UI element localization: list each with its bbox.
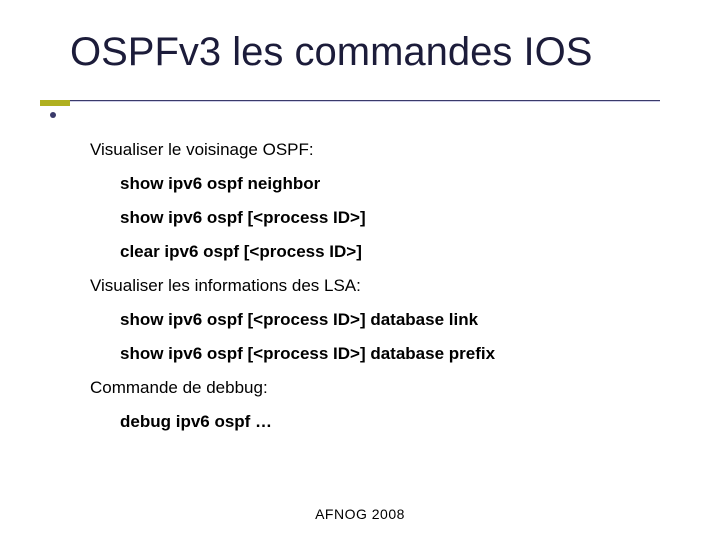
slide-footer: AFNOG 2008 bbox=[0, 506, 720, 522]
section-heading: Visualiser les informations des LSA: bbox=[90, 276, 650, 296]
command-text: show ipv6 ospf [<process ID>] bbox=[120, 208, 650, 228]
slide: OSPFv3 les commandes IOS Visualiser le v… bbox=[0, 0, 720, 540]
title-part1: OSPFv3 bbox=[70, 30, 221, 74]
command-text: show ipv6 ospf [<process ID>] database l… bbox=[120, 310, 650, 330]
section-heading: Visualiser le voisinage OSPF: bbox=[90, 140, 650, 160]
section-heading: Commande de debbug: bbox=[90, 378, 650, 398]
title-rule-accent bbox=[40, 100, 70, 106]
title-part2: les commandes IOS bbox=[232, 30, 592, 74]
command-text: clear ipv6 ospf [<process ID>] bbox=[120, 242, 650, 262]
title-bullet-icon bbox=[50, 112, 56, 118]
command-text: show ipv6 ospf [<process ID>] database p… bbox=[120, 344, 650, 364]
slide-title: OSPFv3 les commandes IOS bbox=[70, 30, 592, 74]
slide-body: Visualiser le voisinage OSPF: show ipv6 … bbox=[90, 140, 650, 446]
title-rule bbox=[40, 100, 660, 101]
command-text: show ipv6 ospf neighbor bbox=[120, 174, 650, 194]
command-text: debug ipv6 ospf … bbox=[120, 412, 650, 432]
